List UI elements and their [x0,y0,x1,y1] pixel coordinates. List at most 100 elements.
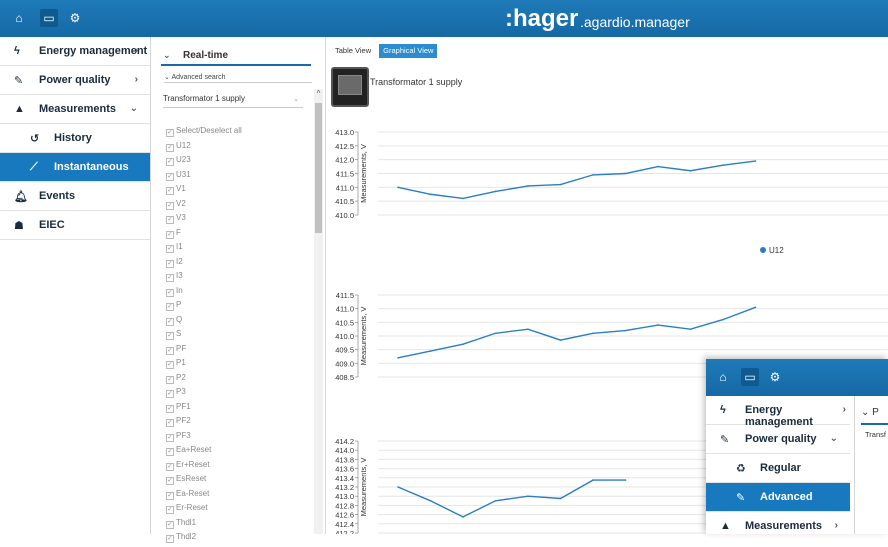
variable-checkbox[interactable]: ✓ PF3 [166,431,242,446]
series-point [397,357,399,359]
chevron-right-icon: › [134,74,138,85]
scroll-up-icon[interactable]: ^ [314,89,323,99]
chevron-right-icon: › [834,520,838,531]
variable-checkbox[interactable]: ✓ F [166,228,242,243]
series-line [397,306,756,359]
home-icon[interactable]: ⌂ [10,9,28,27]
variable-checkbox[interactable]: ✓ P3 [166,387,242,402]
series-point [754,306,757,309]
variable-checkbox[interactable]: ✓ P2 [166,373,242,388]
variable-checkbox[interactable]: ✓ V1 [166,184,242,199]
checkbox-icon: ✓ [166,346,174,355]
variable-checkbox[interactable]: ✓ Er+Reset [166,460,242,475]
series-point [592,174,594,176]
variable-checkbox[interactable]: ✓ V3 [166,213,242,228]
top-bar: ⌂ ▭ ⚙ :hager .agardio.manager [0,0,888,37]
sidebar-item-power-quality[interactable]: ✎ Power quality › [0,66,150,95]
overlay-top-bar: ⌂ ▭ ⚙ [706,359,888,396]
device-select-value: Transformator 1 supply [163,94,245,103]
area-chart-icon: ▲ [14,103,25,115]
variable-checkbox[interactable]: ✓ U23 [166,155,242,170]
sidebar-item-history[interactable]: ↺ History [0,124,150,153]
sidebar-item-measurements[interactable]: ▲ Measurements › [706,512,850,534]
variable-checkbox[interactable]: ✓ Thdl2 [166,532,242,547]
variable-checkbox[interactable]: ✓ P [166,300,242,315]
sidebar-item-power-quality[interactable]: ✎ Power quality ⌄ [706,425,850,454]
checkbox-label: S [176,329,182,338]
overlay-panel-header[interactable]: ⌄ P [861,407,888,425]
series-point [722,164,724,166]
realtime-section-header[interactable]: ⌄ Real-time [161,48,311,66]
y-axis-title: Measurements, V [359,144,368,203]
monitor-icon[interactable]: ▭ [741,368,759,386]
sidebar-item-measurements[interactable]: ▲ Measurements ⌄ [0,95,150,124]
y-tick-label: 411.0 [336,305,354,314]
variable-checkbox[interactable]: ✓ Er-Reset [166,503,242,518]
y-tick-label: 411.5 [336,170,354,179]
variable-checkbox[interactable]: ✓ Q [166,315,242,330]
variable-checkbox[interactable]: ✓ I3 [166,271,242,286]
checkbox-label: P [176,300,182,309]
chevron-down-icon: ⌄ [829,433,838,444]
area-chart-icon: ▲ [720,520,731,532]
overlay-window: ⌂ ▭ ⚙ ϟ Energy management › ✎ Power qual… [706,359,888,534]
legend-marker [760,247,766,253]
variable-checkbox[interactable]: ✓ V2 [166,199,242,214]
gears-icon[interactable]: ⚙ [766,368,784,386]
sidebar-item-events[interactable]: 🔔︎ Events [0,182,150,211]
variable-checkbox[interactable]: ✓ Thdl1 [166,518,242,533]
checkbox-label: Select/Deselect all [176,126,242,135]
y-tick-label: 411.0 [336,183,354,192]
y-tick-label: 412.8 [335,501,354,510]
checkbox-icon: ✓ [166,332,174,340]
y-tick-label: 413.0 [335,128,354,137]
y-tick-label: 410.0 [335,332,354,341]
monitor-icon[interactable]: ▭ [40,9,58,27]
advanced-search-toggle[interactable]: ⌄ Advanced search [164,73,226,81]
sidebar-item-label: Energy management [39,45,148,57]
gears-icon[interactable]: ⚙ [66,9,84,27]
checkbox-label: In [176,285,183,295]
variable-checkbox[interactable]: ✓ Ea+Reset [166,445,242,460]
y-tick-label: 410.0 [335,211,354,220]
y-axis-title: Measurements, V [359,458,368,517]
sidebar-item-label: Measurements [745,520,823,532]
sidebar-item-energy-management[interactable]: ϟ Energy management › [706,396,850,428]
sidebar-item-eiec[interactable]: ☗ EIEC [0,211,150,240]
brand-subtitle: .agardio.manager [580,14,690,30]
checkbox-label: Ea-Reset [176,488,210,498]
sidebar-item-advanced[interactable]: ✎ Advanced [706,483,850,512]
variable-checkbox[interactable]: ✓ Ea-Reset [166,489,242,504]
overlay-panel-title: P [872,407,879,418]
device-select[interactable]: Transformator 1 supply ⌄ [163,94,303,108]
variable-checkbox[interactable]: ✓ I1 [166,242,242,257]
variable-checkbox[interactable]: ✓ PF2 [166,416,242,431]
series-point [494,332,497,335]
sidebar-item-instantaneous[interactable]: ⟋ Instantaneous [0,153,150,182]
variable-checkbox[interactable]: ✓ P1 [166,358,242,373]
variable-checkbox[interactable]: ✓ U31 [166,170,242,185]
variable-checkbox[interactable]: ✓ S [166,329,242,344]
sidebar-item-energy-management[interactable]: ϟ Energy management › [0,37,150,66]
filter-scrollbar[interactable]: ^ [314,89,323,534]
sidebar-item-regular[interactable]: ♻ Regular [706,454,850,483]
variable-checkbox[interactable]: ✓ U12 [166,141,242,156]
checkbox-label: F [176,227,181,237]
home-icon[interactable]: ⌂ [714,368,732,386]
scrollbar-thumb[interactable] [315,103,322,233]
variable-checkbox[interactable]: ✓ EsReset [166,474,242,489]
variable-checkbox[interactable]: ✓ I2 [166,257,242,272]
variable-checkbox[interactable]: ✓ In [166,286,242,301]
sidebar-item-label: Advanced [760,491,813,503]
series-point [462,343,464,346]
sidebar-item-label: Events [39,190,76,202]
series-point [722,318,724,321]
variable-checkbox[interactable]: ✓ PF [166,344,242,359]
variable-checkbox[interactable]: ✓ PF1 [166,402,242,417]
series-point [657,324,659,326]
y-axis-title: Measurements, V [359,307,368,366]
checkbox-icon: ✓ [166,390,174,398]
checkbox-label: PF1 [176,401,191,411]
checkbox-label: V1 [176,184,186,193]
select-all-checkbox[interactable]: ✓ Select/Deselect all [166,126,242,141]
